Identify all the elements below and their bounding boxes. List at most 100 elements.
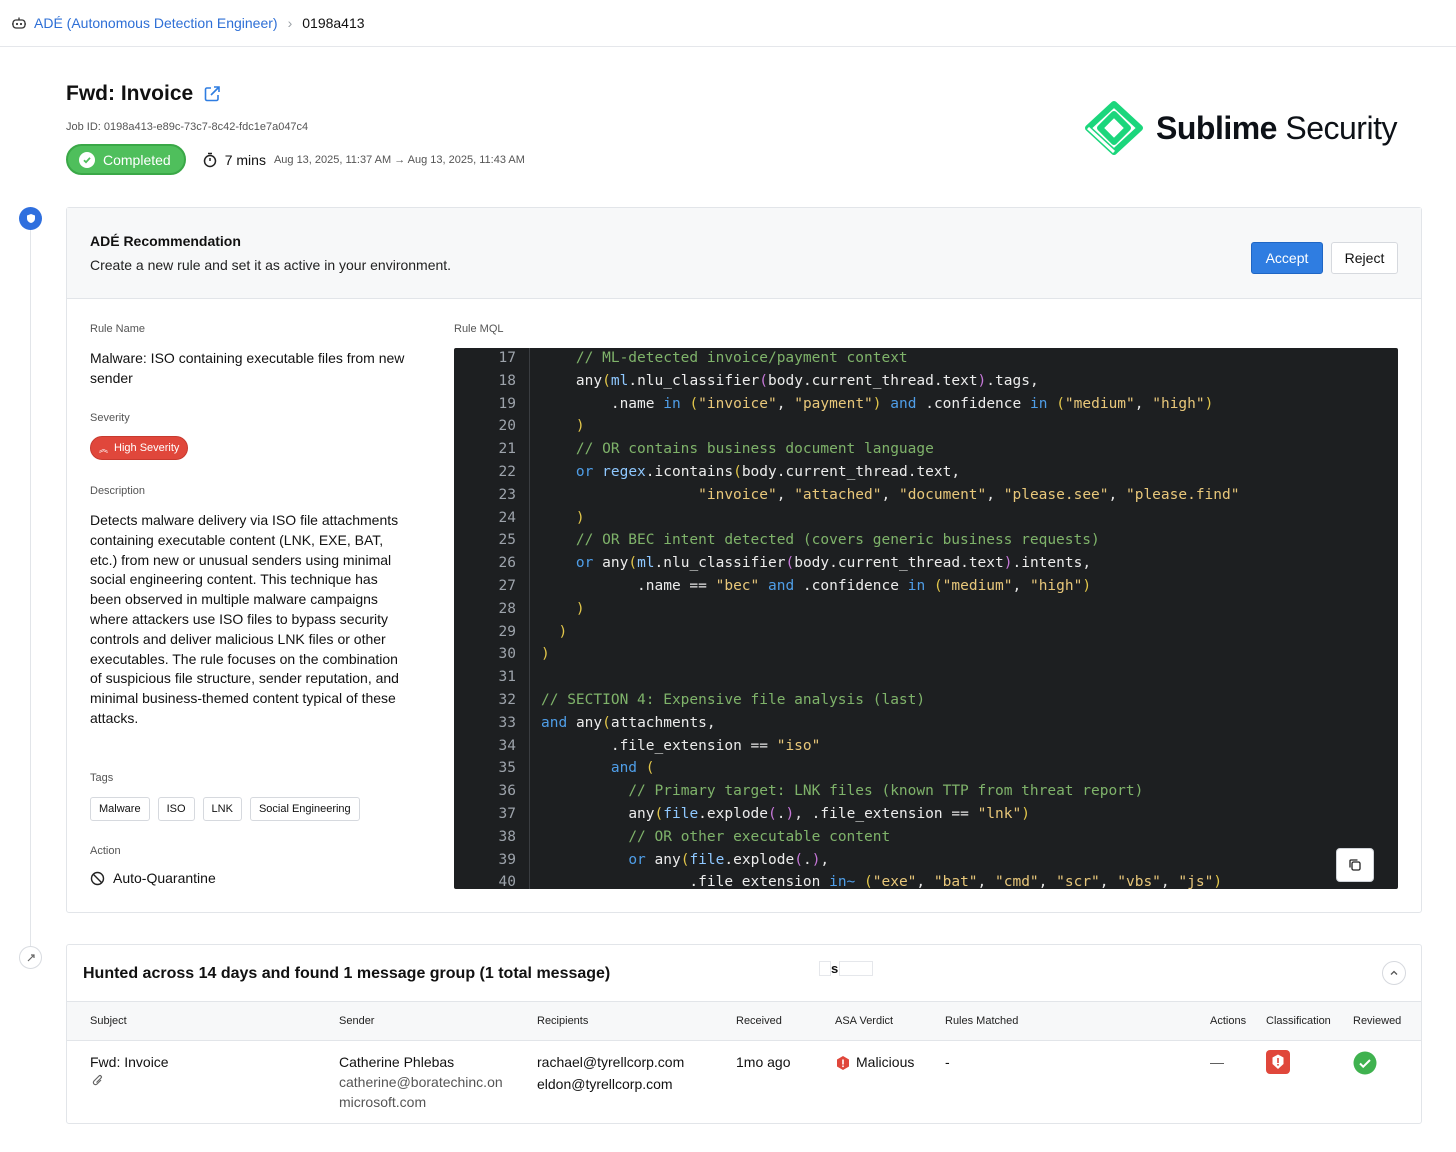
tags-label: Tags [90, 772, 114, 784]
hunt-title: Hunted across 14 days and found 1 messag… [83, 965, 611, 982]
line-number: 31 [498, 669, 516, 686]
code-line: 31 [454, 666, 1398, 689]
code-line: 25 // OR BEC intent detected (covers gen… [454, 529, 1398, 552]
line-number: 30 [498, 646, 516, 663]
column-header[interactable]: Subject [90, 1015, 127, 1027]
cell-received: 1mo ago [736, 1054, 791, 1070]
code-line: 37 any(file.explode(.), .file_extension … [454, 803, 1398, 826]
stray-text: s [831, 961, 839, 976]
code-text: // ML-detected invoice/payment context [575, 350, 908, 366]
column-header[interactable]: Recipients [537, 1015, 588, 1027]
breadcrumb-app-link[interactable]: ADÉ (Autonomous Detection Engineer) [34, 15, 278, 31]
code-line: 30) [454, 643, 1398, 666]
code-text: // OR other executable content [628, 828, 891, 845]
code-line: 19 .name in ("invoice", "payment") and .… [454, 393, 1398, 416]
cell-rules-matched: - [945, 1054, 950, 1070]
table-header: Subject Sender Recipients Received ASA V… [67, 1001, 1421, 1041]
verdict-label: Malicious [856, 1054, 915, 1070]
code-text: any(file.explode(.), .file_extension == … [628, 806, 1030, 822]
copy-button[interactable] [1336, 848, 1374, 882]
paperclip-icon [92, 1073, 104, 1094]
tags-list: Malware ISO LNK Social Engineering [90, 797, 360, 821]
code-line: 22 or regex.icontains(body.current_threa… [454, 461, 1398, 484]
line-number: 18 [498, 372, 516, 389]
chevron-right-icon: › [287, 15, 293, 31]
collapse-button[interactable] [1382, 961, 1406, 985]
code-line: 39 or any(file.explode(.), [454, 849, 1398, 872]
code-line: 26 or any(ml.nlu_classifier(body.current… [454, 552, 1398, 575]
cell-sender-name: Catherine Phlebas [339, 1054, 455, 1070]
line-number: 22 [498, 464, 516, 480]
block-icon [90, 871, 105, 885]
code-line: 21 // OR contains business document lang… [454, 438, 1398, 461]
cell-actions[interactable]: — [1210, 1052, 1224, 1073]
code-line: 20 ) [454, 415, 1398, 438]
rule-mql-editor[interactable]: 17 // ML-detected invoice/payment contex… [454, 348, 1398, 889]
ghost-box [819, 961, 831, 976]
code-text: // Primary target: LNK files (known TTP … [628, 783, 1144, 800]
code-line: 29 ) [454, 621, 1398, 644]
logo-wordmark-bold: Sublime [1156, 109, 1277, 146]
code-text: // SECTION 4: Expensive file analysis (l… [541, 692, 926, 708]
column-header[interactable]: Reviewed [1353, 1015, 1401, 1027]
line-number: 36 [498, 783, 516, 800]
reviewed-check-icon[interactable] [1353, 1051, 1377, 1081]
reject-button[interactable]: Reject [1331, 242, 1398, 274]
line-number: 17 [498, 350, 516, 366]
code-text: any(ml.nlu_classifier(body.current_threa… [575, 372, 1039, 389]
code-line: 34 .file_extension == "iso" [454, 735, 1398, 758]
line-number: 34 [498, 737, 516, 754]
status-label: Completed [103, 151, 171, 168]
code-text: ) [558, 623, 568, 640]
column-header[interactable]: Actions [1210, 1015, 1246, 1027]
column-header[interactable]: Received [736, 1015, 782, 1027]
recommendation-subtitle: Create a new rule and set it as active i… [90, 257, 452, 273]
cell-recipient: rachael@tyrellcorp.com [537, 1054, 685, 1070]
chevrons-up-icon: ︽ [99, 443, 109, 454]
column-header[interactable]: Sender [339, 1015, 374, 1027]
line-number: 37 [498, 806, 516, 822]
classification-malicious-icon[interactable] [1266, 1050, 1290, 1080]
tag: ISO [157, 797, 195, 821]
recommendation-header: ADÉ Recommendation Create a new rule and… [67, 208, 1421, 299]
logo-wordmark: Sublime Security [1156, 110, 1397, 147]
line-number: 33 [498, 714, 516, 731]
code-line: 17 // ML-detected invoice/payment contex… [454, 348, 1398, 370]
line-number: 39 [498, 851, 516, 868]
rule-name: Malware: ISO containing executable files… [90, 350, 405, 386]
check-circle-icon [79, 151, 95, 168]
external-link-icon[interactable] [202, 84, 222, 104]
action-value: Auto-Quarantine [113, 870, 216, 886]
hunt-results-card: Hunted across 14 days and found 1 messag… [66, 944, 1422, 1124]
status-row: Completed 7 mins Aug 13, 2025, 11:37 AM … [66, 144, 525, 175]
robot-icon [10, 14, 28, 32]
action-label: Action [90, 845, 121, 857]
severity-badge: ︽ High Severity [90, 436, 189, 460]
code-line: 18 any(ml.nlu_classifier(body.current_th… [454, 370, 1398, 393]
column-header[interactable]: Classification [1266, 1015, 1331, 1027]
code-text: ) [575, 509, 585, 526]
accept-button[interactable]: Accept [1251, 242, 1323, 274]
code-text: .file_extension in~ ("exe", "bat", "cmd"… [541, 874, 1223, 889]
recommendation-title: ADÉ Recommendation [90, 233, 241, 249]
timeline-shield-icon [19, 207, 42, 230]
code-line: 24 ) [454, 507, 1398, 530]
page-title-row: Fwd: Invoice [66, 82, 222, 106]
line-number: 29 [498, 623, 516, 640]
malicious-icon [837, 1055, 849, 1070]
status-badge: Completed [66, 144, 186, 175]
cell-subject[interactable]: Fwd: Invoice [90, 1052, 169, 1073]
line-number: 27 [498, 578, 516, 594]
code-text: // OR contains business document languag… [575, 441, 934, 458]
code-line: 33 and any(attachments, [454, 712, 1398, 735]
code-line: 38 // OR other executable content [454, 826, 1398, 849]
code-text: .file_extension == "iso" [541, 737, 821, 754]
top-bar: ADÉ (Autonomous Detection Engineer) › 01… [0, 0, 1456, 47]
column-header[interactable]: ASA Verdict [835, 1015, 893, 1027]
severity-value: High Severity [114, 442, 180, 454]
ghost-box [839, 961, 873, 976]
column-header[interactable]: Rules Matched [945, 1015, 1018, 1027]
code-line: 35 and ( [454, 757, 1398, 780]
code-text: ) [575, 418, 585, 435]
code-text: "invoice", "attached", "document", "plea… [698, 486, 1240, 503]
